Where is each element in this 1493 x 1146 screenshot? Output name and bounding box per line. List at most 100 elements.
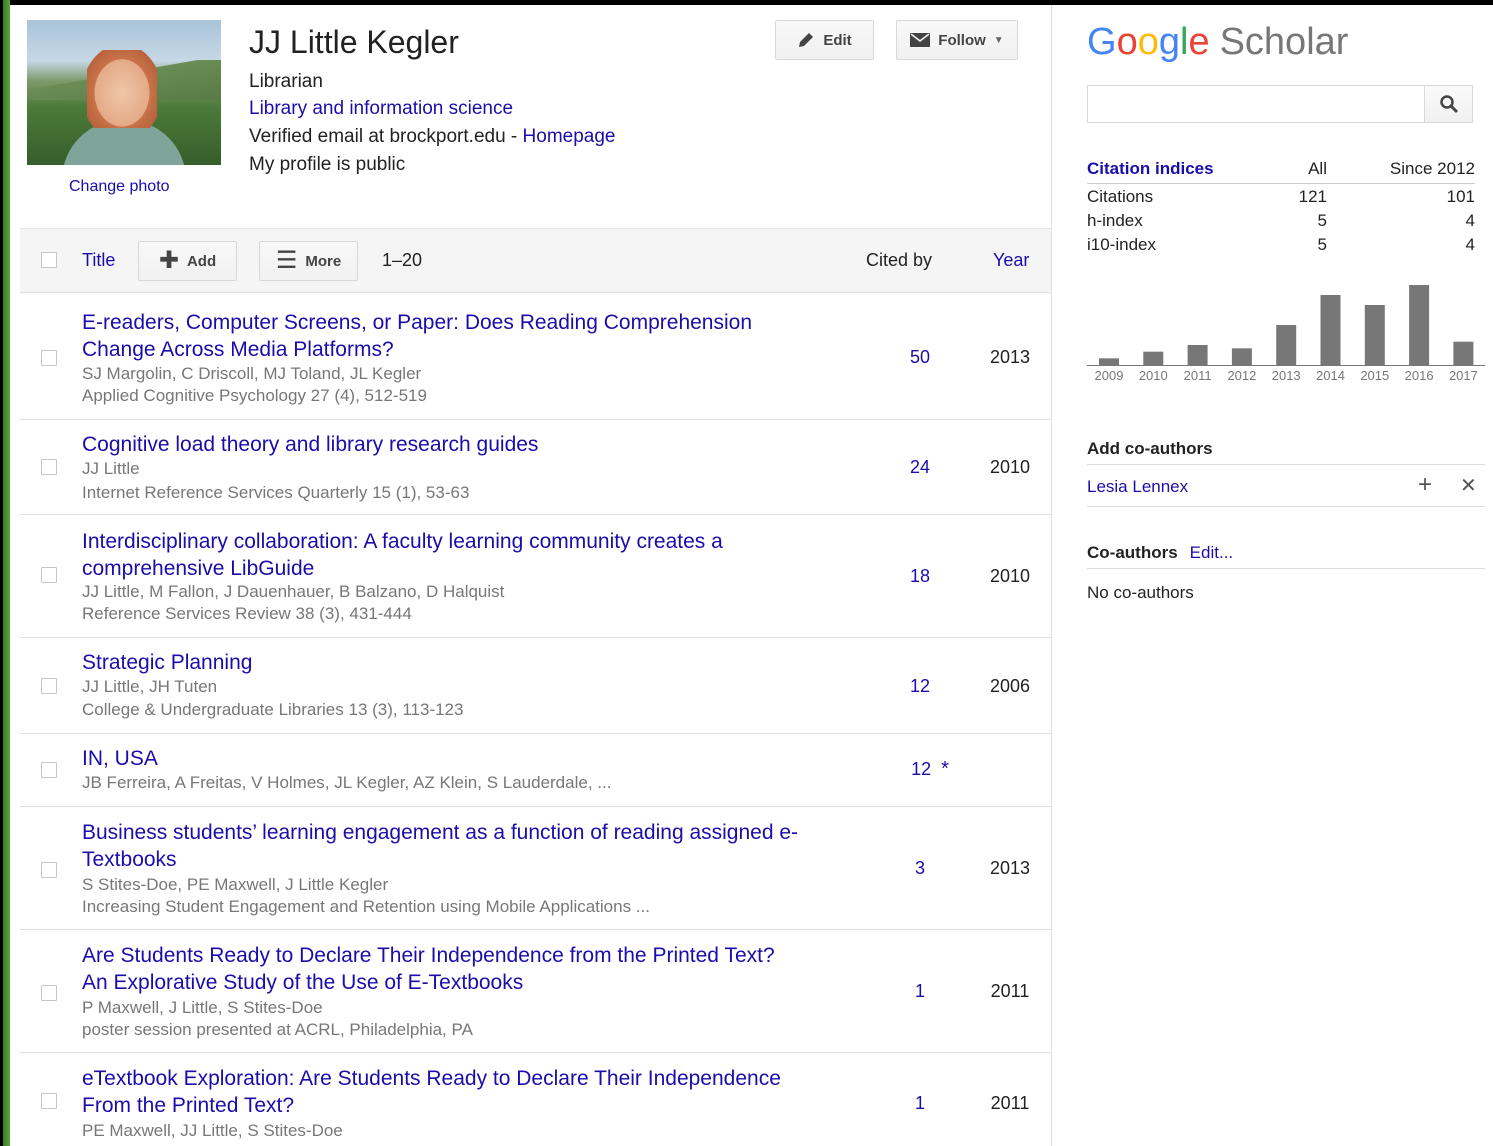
bar-2013[interactable] xyxy=(1276,325,1297,365)
articles-toolbar: Title ✚ Add ☰ More 1–20 Cited by Year xyxy=(20,228,1051,293)
edit-coauthors-link[interactable]: Edit... xyxy=(1190,543,1233,562)
article-cited-by[interactable]: 50 xyxy=(890,347,950,368)
bar-2015[interactable] xyxy=(1364,305,1385,365)
select-all-checkbox[interactable] xyxy=(41,252,57,268)
article-title[interactable]: Business students’ learning engagement a… xyxy=(82,819,802,873)
article-venue: Increasing Student Engagement and Retent… xyxy=(82,897,650,916)
no-coauthors-text: No co-authors xyxy=(1087,583,1194,602)
article-authors: JJ Little xyxy=(82,459,140,478)
article-checkbox[interactable] xyxy=(41,862,57,878)
article-authors: P Maxwell, J Little, S Stites-Doe xyxy=(82,998,323,1017)
suggested-coauthor-link[interactable]: Lesia Lennex xyxy=(1087,477,1188,497)
edit-label: Edit xyxy=(823,31,852,49)
coauthors-header: Co-authors Edit... xyxy=(1087,543,1233,563)
article-venue: poster session presented at ACRL, Philad… xyxy=(82,1020,473,1039)
article-checkbox[interactable] xyxy=(41,1093,57,1109)
col-since-header: Since 2012 xyxy=(1327,157,1475,184)
add-article-button[interactable]: ✚ Add xyxy=(138,241,237,281)
search-button[interactable] xyxy=(1424,85,1473,123)
article-row: Interdisciplinary collaboration: A facul… xyxy=(20,515,1051,638)
article-cited-by[interactable]: 1 xyxy=(890,1093,950,1114)
article-cited-by[interactable]: 18 xyxy=(890,566,950,587)
article-cited-by[interactable]: 24 xyxy=(890,457,950,478)
year-tick-label: 2014 xyxy=(1316,368,1345,383)
bar-2011[interactable] xyxy=(1187,345,1208,365)
bar-2012[interactable] xyxy=(1231,348,1252,365)
article-checkbox[interactable] xyxy=(41,985,57,1001)
article-title[interactable]: eTextbook Exploration: Are Students Read… xyxy=(82,1065,802,1119)
article-title[interactable]: E-readers, Computer Screens, or Paper: D… xyxy=(82,309,802,363)
article-title[interactable]: Cognitive load theory and library resear… xyxy=(82,431,802,458)
divider xyxy=(1087,464,1485,465)
article-cited-by[interactable]: 1 xyxy=(890,981,950,1002)
bar-2010[interactable] xyxy=(1143,351,1164,365)
article-title[interactable]: Are Students Ready to Declare Their Inde… xyxy=(82,942,802,996)
research-interest-link[interactable]: Library and information science xyxy=(249,98,513,120)
follow-button[interactable]: Follow ▼ xyxy=(896,20,1018,60)
article-row: eTextbook Exploration: Are Students Read… xyxy=(20,1053,1051,1146)
envelope-icon xyxy=(910,33,931,47)
divider xyxy=(1087,506,1485,507)
article-title[interactable]: Strategic Planning xyxy=(82,649,802,676)
article-checkbox[interactable] xyxy=(41,762,57,778)
article-year: 2010 xyxy=(989,457,1031,477)
article-cited-by[interactable]: 12 xyxy=(890,676,950,697)
bar-2017[interactable] xyxy=(1453,341,1474,365)
sidebar: Google Scholar Citation indices All Since… xyxy=(1052,5,1493,1146)
more-button[interactable]: ☰ More xyxy=(259,241,358,281)
bar-2016[interactable] xyxy=(1409,285,1430,365)
article-checkbox[interactable] xyxy=(41,567,57,583)
scholar-search-input[interactable] xyxy=(1087,85,1424,123)
article-year: 2013 xyxy=(989,347,1031,367)
article-checkbox[interactable] xyxy=(41,459,57,475)
profile-affiliation: Librarian xyxy=(249,71,323,92)
article-venue: Applied Cognitive Psychology 27 (4), 512… xyxy=(82,386,427,405)
article-checkbox[interactable] xyxy=(41,350,57,366)
article-row: Business students’ learning engagement a… xyxy=(20,807,1051,930)
sort-by-year[interactable]: Year xyxy=(993,250,1029,271)
citation-indices-header: Citation indices xyxy=(1087,157,1267,184)
bar-2009[interactable] xyxy=(1099,358,1119,365)
year-tick-label: 2015 xyxy=(1360,368,1389,383)
add-label: Add xyxy=(186,252,217,270)
merged-star-marker: * xyxy=(941,758,949,780)
h-index-row: h-index 5 4 xyxy=(1087,208,1475,232)
article-year: 2013 xyxy=(989,858,1031,878)
article-checkbox[interactable] xyxy=(41,678,57,694)
index-label: h-index xyxy=(1087,211,1143,230)
cited-by-header: Cited by xyxy=(866,250,933,270)
more-label: More xyxy=(305,252,342,270)
sort-by-title[interactable]: Title xyxy=(82,250,115,271)
citations-row: Citations 121 101 xyxy=(1087,184,1475,209)
profile-visibility: My profile is public xyxy=(249,154,406,175)
article-row: Cognitive load theory and library resear… xyxy=(20,419,1051,515)
year-tick-label: 2009 xyxy=(1095,368,1124,383)
year-tick-label: 2017 xyxy=(1449,368,1478,383)
verified-email: Verified email at brockport.edu - Homepa… xyxy=(249,126,615,148)
article-title[interactable]: IN, USA xyxy=(82,745,802,772)
dismiss-coauthor-icon[interactable]: ✕ xyxy=(1460,473,1477,498)
article-year: 2011 xyxy=(990,1093,1030,1113)
change-photo-link[interactable]: Change photo xyxy=(69,178,170,196)
bar-2014[interactable] xyxy=(1320,295,1341,365)
article-cited-by[interactable]: 12 * xyxy=(900,758,960,781)
i10-index-row: i10-index 5 4 xyxy=(1087,232,1475,256)
article-title[interactable]: Interdisciplinary collaboration: A facul… xyxy=(82,528,802,582)
pencil-icon xyxy=(799,33,814,47)
year-tick-label: 2011 xyxy=(1184,368,1212,383)
add-coauthor-icon[interactable]: + xyxy=(1418,471,1432,499)
article-year: 2006 xyxy=(989,676,1031,696)
article-row: E-readers, Computer Screens, or Paper: D… xyxy=(20,292,1051,420)
article-authors: JJ Little, M Fallon, J Dauenhauer, B Bal… xyxy=(82,582,505,601)
article-row: IN, USA JB Ferreira, A Freitas, V Holmes… xyxy=(20,734,1051,807)
article-authors: JJ Little, JH Tuten xyxy=(82,677,218,696)
google-scholar-logo[interactable]: Google Scholar xyxy=(1087,21,1348,64)
email-text: Verified email at brockport.edu - xyxy=(249,126,523,147)
article-authors: S Stites-Doe, PE Maxwell, J Little Kegle… xyxy=(82,875,389,894)
article-cited-by[interactable]: 3 xyxy=(890,858,950,879)
edit-profile-button[interactable]: Edit xyxy=(775,20,874,60)
article-venue: College & Undergraduate Libraries 13 (3)… xyxy=(82,700,464,719)
search-icon xyxy=(1439,95,1458,114)
profile-photo[interactable] xyxy=(27,20,221,165)
homepage-link[interactable]: Homepage xyxy=(523,126,616,147)
